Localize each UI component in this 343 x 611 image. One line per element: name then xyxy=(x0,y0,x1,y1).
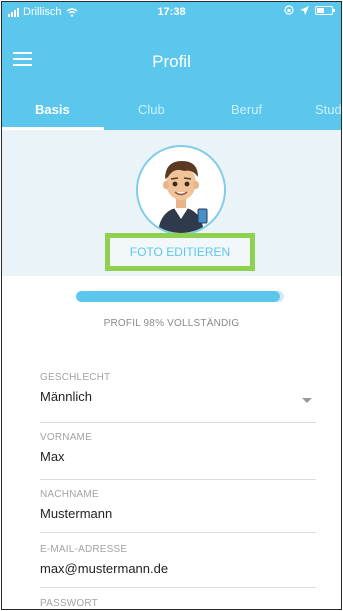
gender-select[interactable]: GESCHLECHT Männlich xyxy=(40,372,316,423)
tab-beruf[interactable]: Beruf xyxy=(231,102,262,117)
battery-icon xyxy=(315,5,335,15)
status-right xyxy=(284,5,335,15)
edit-photo-button[interactable]: FOTO EDITIEREN xyxy=(105,233,255,271)
lastname-value: Mustermann xyxy=(40,506,113,521)
avatar-image xyxy=(138,147,224,233)
profile-progress-bar xyxy=(76,291,284,302)
tab-club[interactable]: Club xyxy=(138,102,165,117)
gender-label: GESCHLECHT xyxy=(40,372,111,383)
nav-bar: Profil xyxy=(2,22,341,90)
avatar[interactable] xyxy=(136,145,226,235)
tab-basis[interactable]: Basis xyxy=(35,102,70,117)
profile-progress-fill xyxy=(76,291,280,302)
gender-value: Männlich xyxy=(40,389,93,404)
profile-progress-label: PROFIL 98% VOLLSTÄNDIG xyxy=(103,318,240,329)
password-label: PASSWORT xyxy=(40,598,98,609)
email-field[interactable]: E-MAIL-ADRESSE max@mustermann.de xyxy=(40,544,316,588)
status-bar: Drillisch 17:38 xyxy=(2,2,341,22)
tab-bar: Basis Club Beruf Stud xyxy=(2,90,341,130)
location-icon xyxy=(300,5,309,15)
lastname-field[interactable]: NACHNAME Mustermann xyxy=(40,489,316,533)
firstname-value: Max xyxy=(40,449,65,464)
chevron-down-icon xyxy=(302,398,312,403)
page-title: Profil xyxy=(152,52,191,71)
orientation-lock-icon xyxy=(284,5,294,15)
password-field[interactable]: PASSWORT xyxy=(40,598,316,609)
email-value: max@mustermann.de xyxy=(40,561,169,576)
app-frame: Drillisch 17:38 Profil Basis Club Beruf … xyxy=(1,1,342,610)
firstname-field[interactable]: VORNAME Max xyxy=(40,432,316,480)
firstname-label: VORNAME xyxy=(40,432,92,443)
tab-stud[interactable]: Stud xyxy=(315,102,341,117)
lastname-label: NACHNAME xyxy=(40,489,99,500)
email-label: E-MAIL-ADRESSE xyxy=(40,544,128,555)
